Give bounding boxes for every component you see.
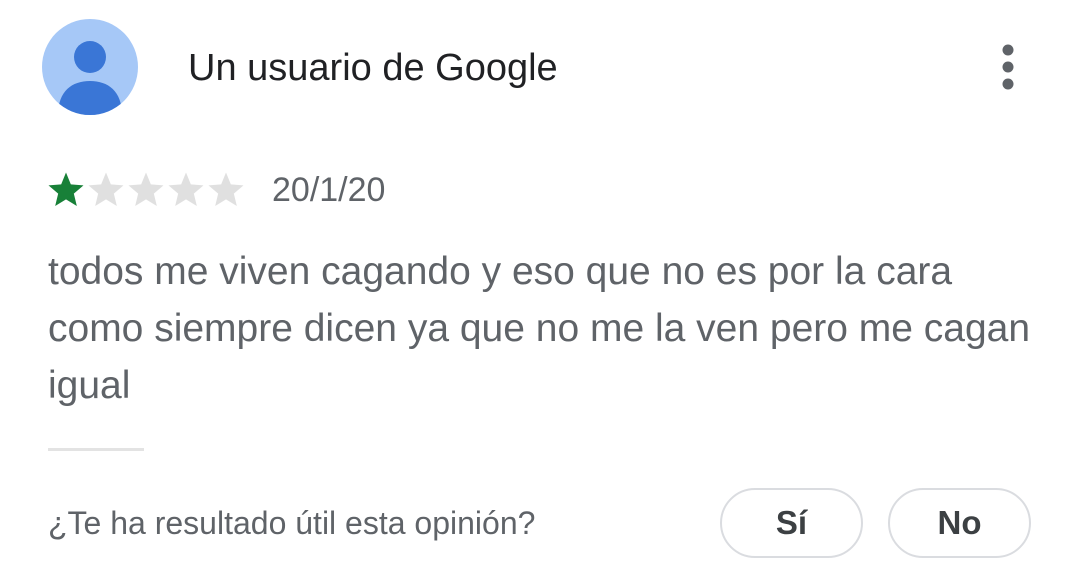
person-icon (58, 41, 122, 115)
divider (48, 448, 144, 451)
review-author-name: Un usuario de Google (188, 47, 558, 89)
review-card: Un usuario de Google 20/1/20 todos me vi… (0, 0, 1080, 588)
star-rating (46, 170, 246, 210)
review-text: todos me viven cagando y eso que no es p… (48, 250, 1031, 407)
star-empty-icon (88, 172, 124, 206)
star-empty-icon (128, 172, 164, 206)
star-empty-icon (168, 172, 204, 206)
avatar (42, 19, 138, 115)
star-empty-icon (208, 172, 244, 206)
more-vert-icon (1002, 44, 1014, 90)
star-filled-icon (48, 172, 84, 206)
helpful-no-button[interactable]: No (888, 488, 1031, 558)
helpful-question: ¿Te ha resultado útil esta opinión? (48, 505, 536, 541)
more-options-button[interactable] (988, 40, 1028, 96)
review-date: 20/1/20 (272, 170, 386, 209)
helpful-yes-button[interactable]: Sí (720, 488, 863, 558)
rating-row: 20/1/20 (46, 168, 385, 212)
